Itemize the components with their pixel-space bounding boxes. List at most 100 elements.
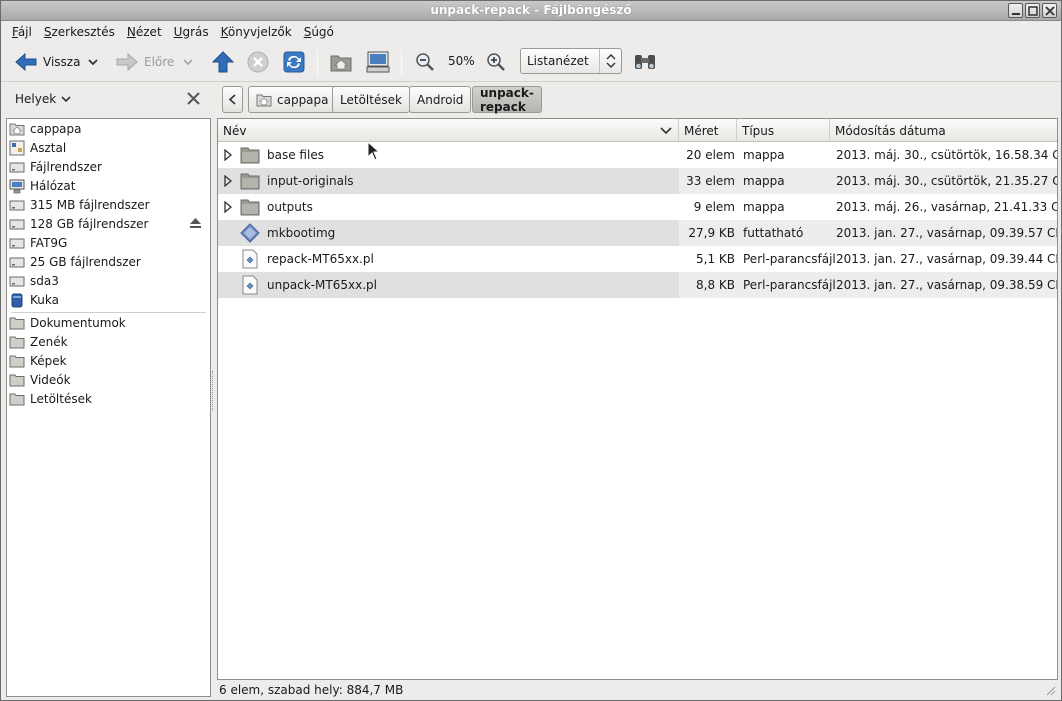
file-list: Név Méret Típus Módosítás dátuma base fi…	[217, 118, 1058, 680]
spin-arrows-icon	[606, 54, 616, 68]
reload-button[interactable]	[283, 50, 305, 74]
arrow-right-icon	[116, 52, 138, 72]
column-header-modified[interactable]: Módosítás dátuma	[830, 119, 1057, 142]
folder-icon	[9, 317, 25, 329]
resize-grip-icon[interactable]	[1044, 684, 1056, 696]
expander-icon[interactable]	[223, 149, 233, 161]
view-mode-select[interactable]: Listanézet	[520, 48, 622, 74]
drive-icon	[9, 276, 25, 286]
places-selector[interactable]: Helyek	[15, 92, 71, 106]
sidebar-item-music[interactable]: Zenék	[7, 332, 210, 351]
script-file-icon	[242, 249, 258, 269]
breadcrumb-item-home[interactable]: cappapa	[248, 86, 337, 113]
file-size: 5,1 KB	[696, 252, 735, 266]
sidebar-item-home[interactable]: cappapa	[7, 119, 210, 138]
stop-button[interactable]	[247, 50, 269, 74]
sidebar-item-videos[interactable]: Videók	[7, 370, 210, 389]
file-modified: 2013. jan. 27., vasárnap, 09.39.57 CET	[836, 226, 1058, 240]
file-type: Perl-parancsfájl	[743, 278, 836, 292]
table-row[interactable]: base files 20 elem mappa 2013. máj. 30.,…	[218, 142, 1057, 168]
folder-icon	[9, 336, 25, 348]
chevron-down-icon	[88, 59, 98, 66]
table-row[interactable]: repack-MT65xx.pl 5,1 KB Perl-parancsfájl…	[218, 246, 1057, 272]
stop-icon	[247, 51, 269, 73]
toolbar-separator	[317, 50, 318, 76]
arrow-up-icon	[212, 51, 234, 73]
network-icon	[9, 179, 25, 193]
sidebar-item-sda3[interactable]: sda3	[7, 271, 210, 290]
menu-help[interactable]: Súgó	[298, 25, 340, 39]
menu-bookmarks[interactable]: Könyvjelzők	[215, 25, 298, 39]
file-name: base files	[267, 148, 324, 162]
expander-icon[interactable]	[223, 175, 233, 187]
close-window-button[interactable]	[1042, 3, 1057, 18]
sidebar-item-network[interactable]: Hálózat	[7, 176, 210, 195]
sidebar-item-filesystem[interactable]: Fájlrendszer	[7, 157, 210, 176]
eject-icon[interactable]	[189, 217, 202, 229]
menu-view[interactable]: Nézet	[121, 25, 168, 39]
file-type: mappa	[743, 200, 785, 214]
file-modified: 2013. máj. 30., csütörtök, 16.58.34 CEST	[836, 148, 1057, 162]
reload-icon	[283, 51, 305, 73]
sort-descending-icon	[660, 127, 672, 135]
zoom-out-button[interactable]	[415, 50, 435, 74]
file-type: Perl-parancsfájl	[743, 252, 836, 266]
file-browser-window: unpack-repack - Fájlböngésző Fájl Szerke…	[0, 0, 1062, 701]
menu-edit[interactable]: Szerkesztés	[38, 25, 121, 39]
drive-icon	[9, 257, 25, 267]
back-button[interactable]: Vissza	[15, 50, 80, 74]
column-header-row: Név Méret Típus Módosítás dátuma	[218, 119, 1057, 142]
column-header-name[interactable]: Név	[218, 119, 679, 142]
zoom-in-icon	[487, 53, 505, 71]
table-row[interactable]: unpack-MT65xx.pl 8,8 KB Perl-parancsfájl…	[218, 272, 1057, 298]
breadcrumb-item-downloads[interactable]: Letöltések	[332, 86, 410, 113]
title-bar[interactable]: unpack-repack - Fájlböngésző	[1, 1, 1061, 21]
expander-icon[interactable]	[223, 201, 233, 213]
back-label: Vissza	[43, 55, 81, 69]
column-header-size[interactable]: Méret	[679, 119, 737, 142]
breadcrumb-back-button[interactable]	[222, 86, 243, 113]
forward-history-dropdown[interactable]	[182, 50, 194, 74]
pane-resize-handle[interactable]	[212, 371, 215, 411]
back-history-dropdown[interactable]	[87, 50, 99, 74]
table-row[interactable]: outputs 9 elem mappa 2013. máj. 26., vas…	[218, 194, 1057, 220]
maximize-button[interactable]	[1025, 3, 1040, 18]
menu-go[interactable]: Ugrás	[168, 25, 215, 39]
file-type: futtatható	[743, 226, 804, 240]
file-size: 8,8 KB	[696, 278, 735, 292]
breadcrumb-item-android[interactable]: Android	[409, 86, 472, 113]
binoculars-icon	[635, 55, 655, 69]
zoom-out-icon	[416, 53, 434, 71]
table-row[interactable]: input-originals 33 elem mappa 2013. máj.…	[218, 168, 1057, 194]
sidebar-item-downloads[interactable]: Letöltések	[7, 389, 210, 408]
close-sidebar-button[interactable]	[187, 92, 200, 108]
zoom-in-button[interactable]	[486, 50, 506, 74]
sidebar-item-fat9g[interactable]: FAT9G	[7, 233, 210, 252]
breadcrumb-item-current[interactable]: unpack-repack	[472, 86, 542, 114]
places-sidebar: cappapa Asztal Fájlrendszer Hálózat 315 …	[6, 118, 211, 697]
search-button[interactable]	[633, 50, 657, 74]
sidebar-item-desktop[interactable]: Asztal	[7, 138, 210, 157]
drive-icon	[9, 219, 25, 229]
folder-icon	[240, 199, 260, 216]
sidebar-item-documents[interactable]: Dokumentumok	[7, 313, 210, 332]
column-header-type[interactable]: Típus	[737, 119, 830, 142]
up-button[interactable]	[212, 50, 234, 74]
minimize-button[interactable]	[1008, 3, 1023, 18]
sidebar-item-pictures[interactable]: Képek	[7, 351, 210, 370]
file-name: mkbootimg	[267, 226, 336, 240]
file-size: 20 elem	[686, 148, 735, 162]
home-button[interactable]	[330, 50, 352, 74]
sidebar-item-trash[interactable]: Kuka	[7, 290, 210, 309]
menu-file[interactable]: Fájl	[6, 25, 38, 39]
sidebar-item-315mb[interactable]: 315 MB fájlrendszer	[7, 195, 210, 214]
forward-button[interactable]: Előre	[116, 50, 174, 74]
sidebar-item-128gb[interactable]: 128 GB fájlrendszer	[7, 214, 210, 233]
table-row[interactable]: mkbootimg 27,9 KB futtatható 2013. jan. …	[218, 220, 1057, 246]
computer-button[interactable]	[366, 50, 390, 74]
drive-icon	[9, 200, 25, 210]
folder-icon	[9, 355, 25, 367]
close-icon	[1045, 6, 1055, 16]
sidebar-item-25gb[interactable]: 25 GB fájlrendszer	[7, 252, 210, 271]
maximize-icon	[1028, 6, 1038, 16]
